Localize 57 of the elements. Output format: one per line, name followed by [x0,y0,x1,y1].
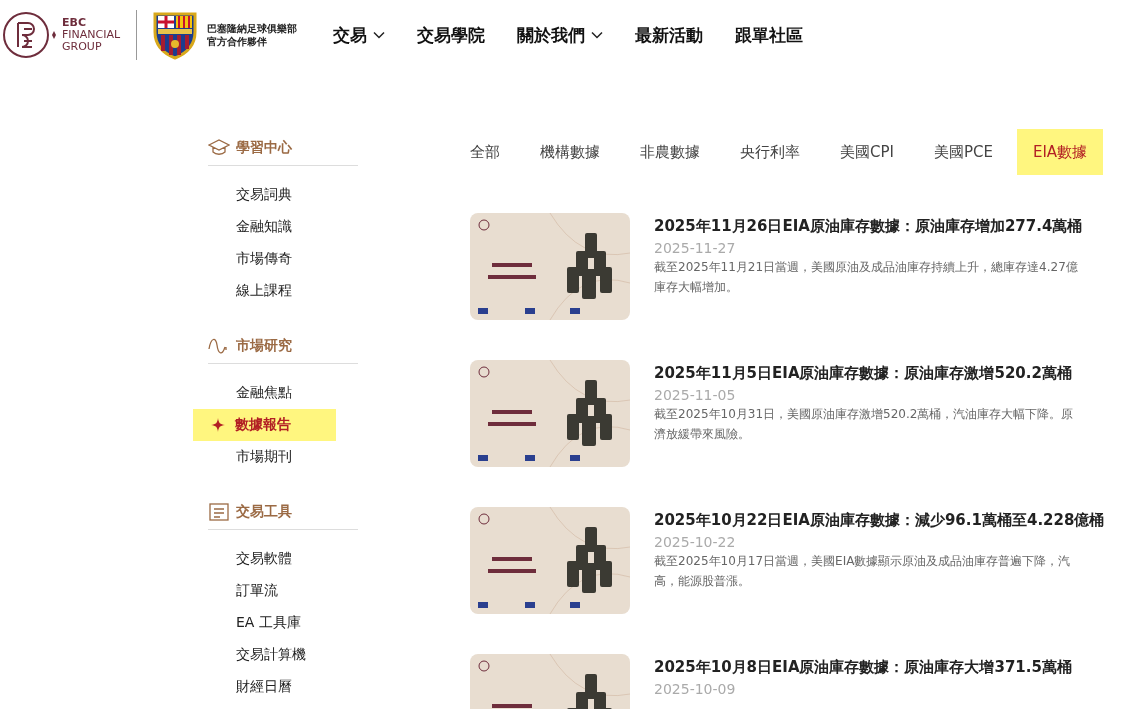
wave-icon [208,337,230,355]
section-title: 交易工具 [236,503,292,521]
sidebar-item[interactable]: 財經日曆 [193,671,336,703]
sidebar-item[interactable]: 訂單流 [193,575,336,607]
thumbnail-image[interactable] [470,360,630,467]
nav-link[interactable]: 最新活動 [635,23,704,47]
sidebar-item[interactable]: 市場傳奇 [193,243,336,275]
sidebar-item[interactable]: 數據報告 [193,409,336,441]
filter-tab[interactable]: 機構數據 [524,129,616,175]
partner-text: 官方合作夥伴 [207,35,269,48]
filter-tab[interactable]: 全部 [454,129,516,175]
sidebar-item[interactable]: 交易計算機 [193,639,336,671]
article-summary: 截至2025年11月21日當週，美國原油及成品油庫存持續上升，總庫存達4.27億 [654,259,1079,276]
article-summary: 高，能源股普漲。 [654,573,751,590]
graduation-cap-icon [208,139,230,157]
sidebar-item[interactable]: 線上課程 [193,275,336,307]
nav-link[interactable]: 交易 [333,23,386,47]
crest-icon [151,10,200,60]
section-title: 市場研究 [236,337,292,355]
filter-tab[interactable]: 美國PCE [917,129,1009,175]
sidebar-item[interactable]: 金融知識 [193,211,336,243]
section-title: 學習中心 [236,139,292,157]
sidebar-item[interactable]: 交易詞典 [193,179,336,211]
thumbnail-image[interactable] [470,507,630,614]
sparkle-icon [211,418,225,432]
nav-link[interactable]: 關於我們 [517,23,604,47]
document-icon [208,503,230,521]
sidebar-item[interactable]: 交易軟體 [193,543,336,575]
article-title[interactable]: 2025年11月26日EIA原油庫存數據：原油庫存增加277.4萬桶 [654,215,1083,237]
sidebar-item[interactable]: EA 工具庫 [193,607,336,639]
nav-link[interactable]: 跟單社區 [735,23,804,47]
article-summary: 截至2025年10月17日當週，美國EIA數據顯示原油及成品油庫存普遍下降，汽 [654,553,1072,570]
caret-icon [591,31,604,39]
article-date: 2025-11-27 [654,239,737,257]
filter-tab[interactable]: 美國CPI [824,129,910,175]
filter-tab[interactable]: EIA數據 [1016,129,1104,175]
article-title[interactable]: 2025年11月5日EIA原油庫存數據：原油庫存激增520.2萬桶 [654,362,1074,384]
brand-name: EBC [62,17,87,29]
filter-tab[interactable]: 央行利率 [724,129,816,175]
filter-tab[interactable]: 非農數據 [624,129,716,175]
article-date: 2025-11-05 [654,386,737,404]
article-date: 2025-10-22 [654,533,737,551]
partner-text: 巴塞隆納足球俱樂部 [207,22,298,35]
article-summary: 庫存大幅增加。 [654,279,739,296]
caret-icon [373,31,386,39]
sidebar-item[interactable]: 金融焦點 [193,377,336,409]
article-summary: 濟放緩帶來風險。 [654,426,751,443]
brand-line: GROUP [62,41,103,53]
ebc-logo-icon [2,9,58,61]
brand-line: FINANCIAL [62,29,121,41]
article-summary: 截至2025年10月31日，美國原油庫存激增520.2萬桶，汽油庫存大幅下降。原 [654,406,1074,423]
article-title[interactable]: 2025年10月22日EIA原油庫存數據：減少96.1萬桶至4.228億桶 [654,509,1105,531]
sidebar-item[interactable]: 市場期刊 [193,441,336,473]
nav-link[interactable]: 交易學院 [417,23,486,47]
article-title[interactable]: 2025年10月8日EIA原油庫存數據：原油庫存大增371.5萬桶 [654,656,1072,678]
thumbnail-image[interactable] [470,213,630,320]
article-date: 2025-10-09 [654,680,737,698]
